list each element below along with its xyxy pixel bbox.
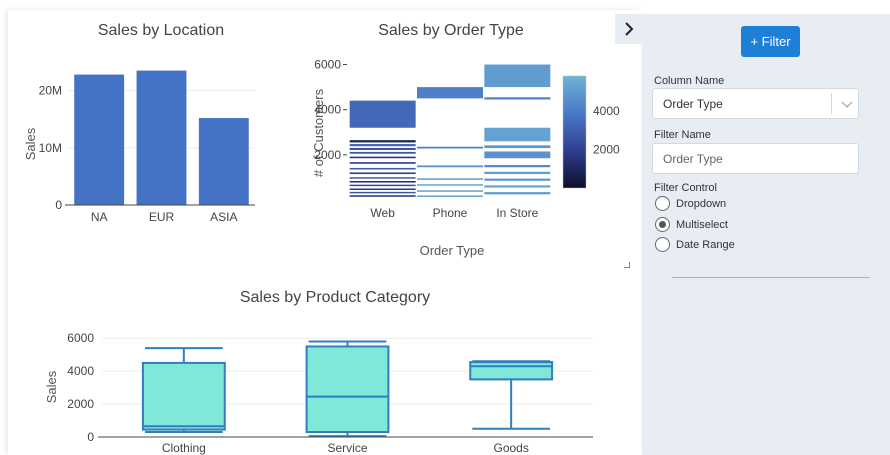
y-tick-label: 2000	[314, 148, 341, 162]
location-chart-title: Sales by Location	[98, 22, 224, 39]
y-tick-label: 6000	[67, 331, 94, 345]
heatmap-cell	[349, 181, 416, 183]
box-body	[305, 345, 390, 434]
radio-label: Multiselect	[676, 218, 728, 231]
heatmap-cell	[349, 184, 416, 187]
filter-control-label: Filter Control	[654, 182, 717, 194]
y-tick-label: 4000	[67, 364, 94, 378]
box-service	[305, 340, 390, 438]
radio-circle	[655, 217, 670, 232]
x-tick-label: Clothing	[162, 441, 206, 455]
radio-label: Date Range	[676, 238, 735, 251]
heatmap-cell	[484, 151, 551, 159]
column-name-label: Column Name	[654, 75, 725, 87]
x-tick-label: NA	[91, 210, 108, 224]
heatmap-cell	[484, 165, 551, 168]
heatmap-cell	[349, 188, 416, 190]
radio-multiselect[interactable]: Multiselect	[655, 217, 728, 232]
heatmap-cell	[484, 171, 551, 175]
y-tick-label: 0	[55, 198, 62, 212]
heatmap-cell	[349, 140, 416, 143]
bar-na	[74, 74, 125, 205]
filter-name-input[interactable]	[652, 143, 859, 174]
y-tick-label: 4000	[314, 103, 341, 117]
heatmap-cell	[417, 195, 483, 197]
radio-date-range[interactable]: Date Range	[655, 237, 735, 252]
add-filter-button[interactable]: + Filter	[741, 26, 800, 57]
filter-panel: + Filter Column Name Order Type Filter N…	[642, 14, 890, 455]
heatmap-cell	[349, 195, 416, 197]
radio-circle	[655, 237, 670, 252]
dashboard-area: Sales by Location Sales 0 10M 20M NA EUR ASI…	[8, 10, 640, 455]
x-tick-label: Web	[370, 206, 395, 220]
colorbar-tick-label: 2000	[593, 142, 620, 156]
radio-label: Dropdown	[676, 197, 727, 210]
order-type-chart-xlabel: Order Type	[420, 243, 485, 258]
heatmap-cell	[484, 192, 551, 195]
heatmap-cell	[417, 184, 483, 186]
category-chart-ylabel: Sales	[44, 370, 59, 403]
panel-divider	[672, 277, 870, 278]
y-tick-label: 10M	[39, 141, 62, 155]
heatmap-cell	[484, 145, 551, 149]
colorbar-tick-label: 4000	[593, 104, 620, 118]
heatmap-cell	[417, 87, 483, 99]
y-tick-label: 20M	[39, 84, 62, 98]
chevron-right-icon	[624, 22, 633, 36]
heatmap-cell	[349, 172, 416, 175]
category-chart-title: Sales by Product Category	[240, 289, 430, 306]
category-chart: Sales by Product Category Sales 0 2000 400…	[44, 289, 593, 455]
heatmap-cell	[484, 127, 551, 142]
heatmap-cell	[349, 148, 416, 150]
x-tick-label: Phone	[433, 206, 468, 220]
heatmap-cell	[484, 178, 551, 181]
collapse-panel-button[interactable]	[615, 14, 642, 44]
x-tick-label: In Store	[496, 206, 538, 220]
chevron-down-icon	[841, 101, 853, 108]
column-name-select[interactable]: Order Type	[652, 88, 859, 119]
box-goods	[469, 360, 554, 430]
bar-asia	[198, 118, 249, 205]
heatmap-cell	[349, 191, 416, 194]
bar-eur	[136, 70, 187, 205]
box-clothing	[141, 347, 226, 434]
box-body	[141, 361, 226, 431]
y-tick-label: 2000	[67, 397, 94, 411]
resize-handle[interactable]	[624, 262, 630, 268]
column-name-value: Order Type	[663, 97, 723, 111]
heatmap-cell	[417, 165, 483, 168]
x-tick-label: EUR	[149, 210, 175, 224]
filter-name-label: Filter Name	[654, 129, 711, 141]
heatmap-cell	[417, 190, 483, 192]
heatmap-cell	[484, 185, 551, 188]
y-tick-label: 0	[87, 430, 94, 444]
box-body	[469, 361, 554, 381]
heatmap-cell	[484, 97, 551, 100]
radio-circle	[655, 196, 670, 211]
location-chart: Sales by Location Sales 0 10M 20M NA EUR ASI…	[23, 22, 255, 224]
x-tick-label: Goods	[493, 441, 528, 455]
heatmap-cell	[349, 177, 416, 179]
radio-dropdown[interactable]: Dropdown	[655, 196, 726, 211]
colorbar	[562, 75, 587, 189]
heatmap-cell	[349, 144, 416, 147]
location-chart-ylabel: Sales	[23, 127, 38, 160]
heatmap-cell	[417, 178, 483, 180]
x-tick-label: Service	[327, 441, 367, 455]
heatmap-cell	[349, 162, 416, 164]
heatmap-cell	[417, 146, 483, 149]
heatmap-cell	[349, 156, 416, 159]
order-type-chart: Sales by Order Type # of Customers Order…	[311, 22, 620, 258]
select-separator	[831, 93, 832, 114]
heatmap-cell	[349, 100, 416, 128]
order-type-chart-title: Sales by Order Type	[378, 22, 524, 39]
heatmap-cell	[349, 151, 416, 154]
heatmap-cell	[349, 167, 416, 170]
heatmap-cell	[484, 64, 551, 88]
y-tick-label: 6000	[314, 58, 341, 72]
x-tick-label: ASIA	[210, 210, 237, 224]
